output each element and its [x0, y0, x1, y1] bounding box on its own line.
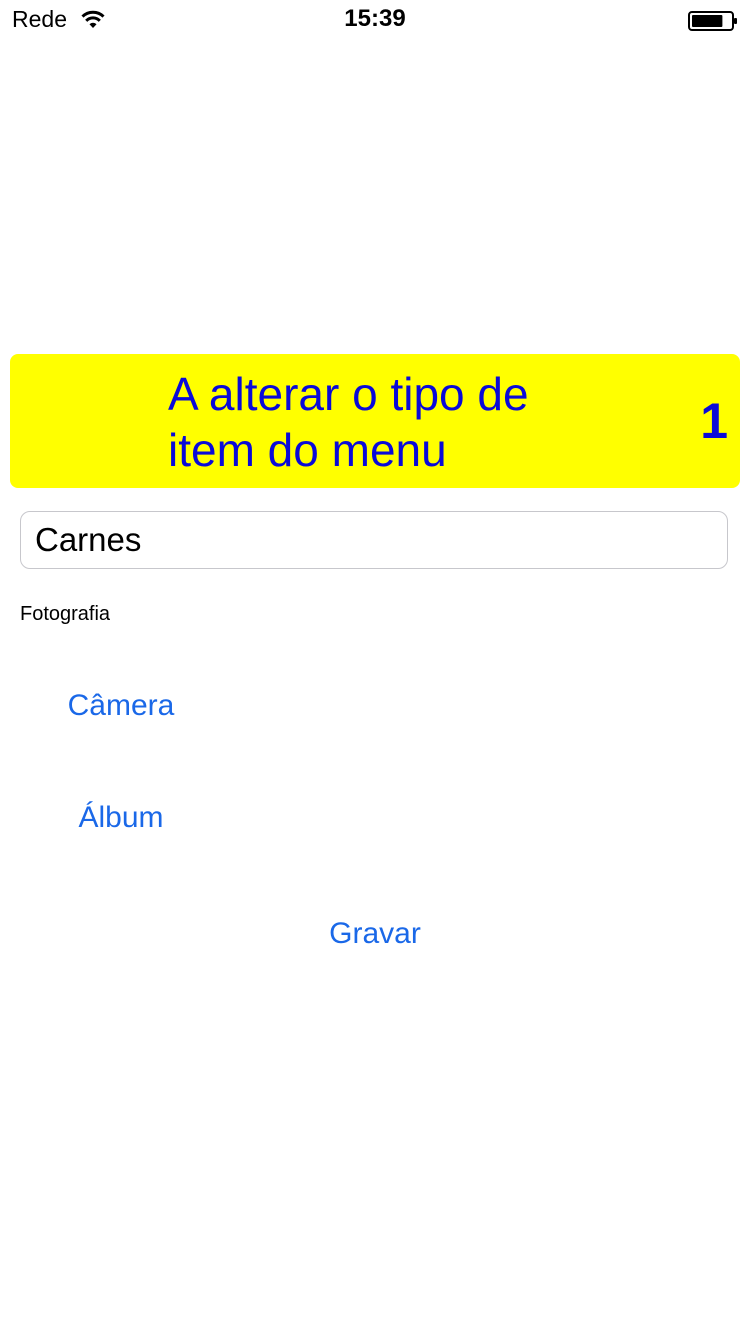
battery-icon: [688, 11, 737, 31]
album-button[interactable]: Álbum: [40, 798, 202, 838]
item-name-field[interactable]: [20, 511, 728, 569]
banner-count: 1: [700, 393, 728, 449]
photo-section-label: Fotografia: [20, 603, 111, 625]
status-bar: Rede 15:39: [0, 0, 750, 40]
item-name-input[interactable]: [21, 512, 727, 568]
save-button[interactable]: Gravar: [295, 914, 455, 954]
edit-status-banner: A alterar o tipo de item do menu 1: [10, 354, 740, 488]
camera-button[interactable]: Câmera: [40, 686, 202, 726]
banner-title: A alterar o tipo de item do menu: [168, 368, 529, 476]
status-time: 15:39: [344, 5, 406, 32]
